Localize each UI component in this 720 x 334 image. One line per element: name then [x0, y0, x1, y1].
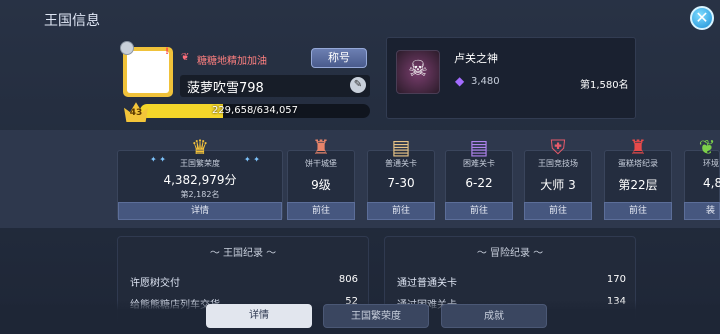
exp-text: 229,658/634,057: [211, 105, 299, 116]
stat-label-environment: 环境: [703, 159, 719, 168]
stat-value-normal-stage: 7-30: [387, 176, 415, 190]
title-button[interactable]: 称号: [311, 48, 367, 68]
stat-label-normal-stage: 普通关卡: [385, 159, 417, 168]
environment-button[interactable]: 装: [684, 202, 720, 220]
page-title: 王国信息: [44, 13, 100, 29]
hard-map-icon: ▤: [469, 135, 489, 159]
kingdom-row-label: 许愿树交付: [130, 278, 180, 289]
kingdom-record-title: 王国纪录: [223, 248, 263, 259]
leaf-icon: ❦: [698, 135, 716, 159]
stat-label-arena: 王国竞技场: [538, 159, 578, 168]
map-icon: ▤: [391, 135, 411, 159]
stat-label-tower: 蛋糕塔纪录: [618, 159, 658, 168]
adventure-record-title: 冒险纪录: [490, 248, 530, 259]
hard-stage-go-button[interactable]: 前往: [445, 202, 513, 220]
arena-shield-icon: ⛨: [550, 135, 566, 159]
kingdom-row-value: 806: [338, 274, 358, 285]
stat-value-environment: 4,8: [703, 176, 720, 190]
prosperity-detail-button[interactable]: 详情: [118, 202, 282, 220]
edit-name-icon[interactable]: ✎: [350, 77, 366, 93]
adventure-record-header: 〜 冒险纪录 〜: [476, 248, 544, 259]
gem-icon: ◆: [455, 74, 465, 88]
stat-value-prosperity: 4,382,979分: [163, 173, 237, 187]
alert-icon: !: [165, 47, 170, 57]
tab-details[interactable]: 详情: [206, 304, 312, 328]
crown-icon: ♛: [191, 135, 209, 159]
close-icon[interactable]: ✕: [690, 6, 714, 30]
stat-value-tower: 第22层: [618, 178, 658, 192]
adventure-row-value: 170: [606, 274, 626, 285]
tab-achievements[interactable]: 成就: [441, 304, 547, 328]
stat-label-hard-stage: 困难关卡: [463, 159, 495, 168]
guild-emblem-icon: ❦: [181, 52, 190, 63]
stat-label-prosperity: 王国繁荣度: [180, 159, 220, 168]
avatar[interactable]: [127, 51, 169, 93]
stat-label-castle: 饼干城堡: [305, 159, 337, 168]
arena-go-button[interactable]: 前往: [524, 202, 592, 220]
stat-value-hard-stage: 6-22: [465, 176, 493, 190]
prosperity-rank: 第2,182名: [180, 190, 220, 199]
level-value: 43: [129, 108, 143, 118]
castle-go-button[interactable]: 前往: [287, 202, 355, 220]
player-name: 菠萝吹雪798: [187, 81, 264, 96]
champion-title: 卢关之神: [454, 52, 498, 65]
kingdom-record-header: 〜 王国纪录 〜: [209, 248, 277, 259]
normal-stage-go-button[interactable]: 前往: [367, 202, 435, 220]
castle-icon: ♜: [312, 135, 330, 159]
tab-prosperity[interactable]: 王国繁荣度: [323, 304, 429, 328]
pin-icon: [120, 41, 134, 55]
champion-rank: 第1,580名: [580, 80, 629, 91]
stat-value-arena: 大师 3: [540, 178, 576, 192]
tower-go-button[interactable]: 前往: [604, 202, 672, 220]
adventure-row-label: 通过普通关卡: [397, 278, 457, 289]
champion-score: 3,480: [471, 76, 500, 87]
stat-value-castle: 9级: [311, 178, 331, 192]
tower-icon: ♜: [629, 135, 647, 159]
skull-icon: ☠: [408, 57, 428, 82]
guild-name: 糖糖地精加加油: [197, 56, 267, 67]
